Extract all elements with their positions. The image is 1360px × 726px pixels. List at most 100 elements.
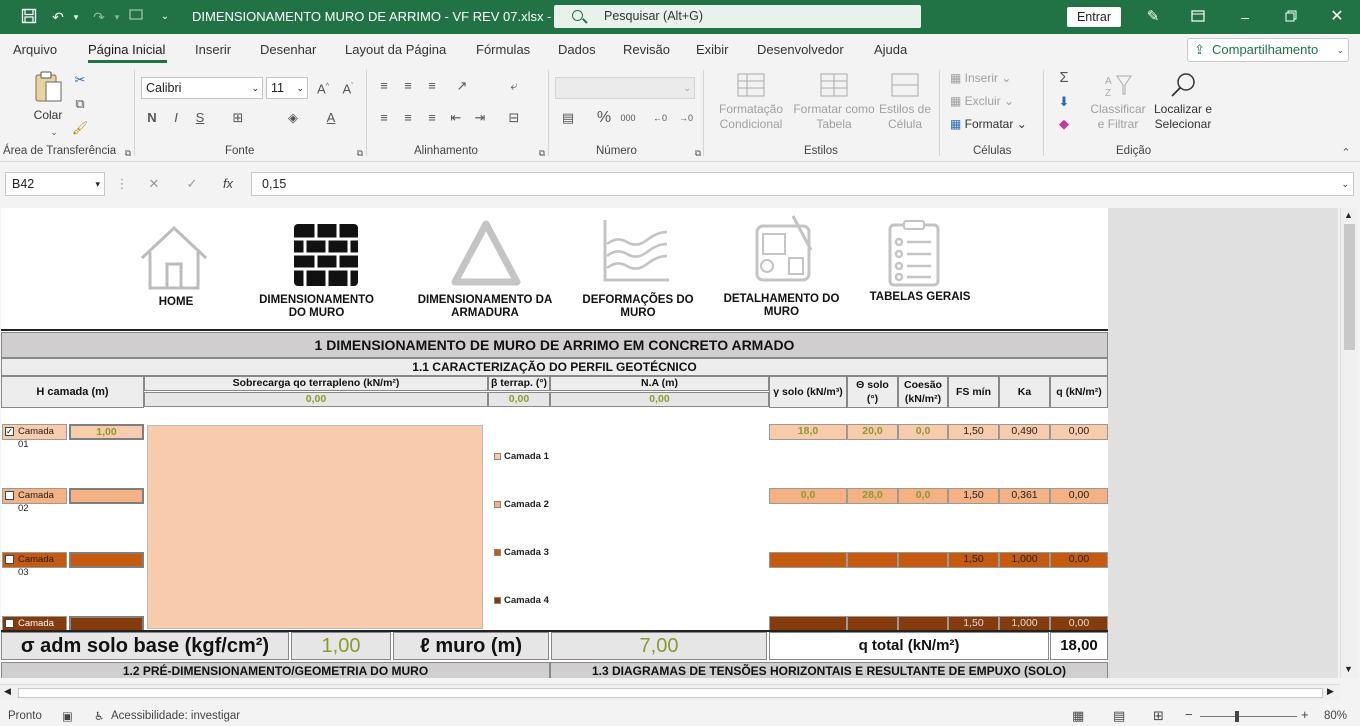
- l-muro-value[interactable]: 7,00: [551, 632, 767, 660]
- sigma-value[interactable]: 1,00: [291, 632, 391, 660]
- zoom-in-icon[interactable]: +: [1301, 707, 1309, 722]
- name-box[interactable]: B42 ▾: [5, 172, 105, 196]
- align-bottom-icon[interactable]: ≡: [422, 76, 442, 96]
- increase-font-icon[interactable]: A^: [313, 77, 333, 97]
- merge-center-icon[interactable]: ⊟: [504, 108, 524, 128]
- tab-arquivo[interactable]: Arquivo: [13, 42, 57, 57]
- copy-icon[interactable]: ⧉: [70, 94, 90, 114]
- vertical-scrollbar[interactable]: ▲ ▼: [1340, 208, 1358, 678]
- decrease-indent-icon[interactable]: ⇤: [446, 108, 466, 128]
- sobrecarga-value[interactable]: 0,00: [144, 392, 488, 407]
- number-launcher-icon[interactable]: ⧉: [688, 143, 708, 163]
- touch-icon[interactable]: [127, 8, 145, 26]
- layer-theta-cell[interactable]: [847, 552, 898, 568]
- conditional-format-button[interactable]: Formatação Condicional: [710, 72, 792, 132]
- nav-dimensionamento-armadura-label[interactable]: DIMENSIONAMENTO DA ARMADURA: [417, 294, 553, 320]
- italic-button[interactable]: I: [166, 108, 186, 128]
- layer-h-input[interactable]: 1,00: [69, 424, 144, 440]
- nav-home-label[interactable]: HOME: [141, 296, 211, 309]
- zoom-slider-thumb[interactable]: [1235, 711, 1239, 722]
- underline-button[interactable]: S: [190, 108, 210, 128]
- cut-icon[interactable]: ✂: [70, 70, 90, 90]
- zoom-slider[interactable]: [1200, 716, 1297, 717]
- signin-button[interactable]: Entrar: [1067, 7, 1121, 27]
- font-size-select[interactable]: 11 ⌄: [266, 77, 308, 99]
- insert-cells-button[interactable]: ▦ Inserir ⌄: [950, 71, 1011, 86]
- cancel-icon[interactable]: ✕: [144, 174, 164, 194]
- layer-coesao-cell[interactable]: 0,0: [898, 424, 948, 440]
- tab-revisao[interactable]: Revisão: [623, 42, 670, 57]
- orientation-icon[interactable]: ↗: [452, 76, 472, 96]
- number-format-select[interactable]: ⌄: [555, 77, 695, 99]
- layer-gamma-cell[interactable]: 0,0: [769, 488, 847, 504]
- find-select-button[interactable]: Localizar e Selecionar: [1148, 72, 1218, 132]
- blueprint-icon[interactable]: [749, 214, 819, 284]
- nav-deformacoes-label[interactable]: DEFORMAÇÕES DO MURO: [573, 294, 703, 320]
- enter-icon[interactable]: ✓: [182, 174, 202, 194]
- share-button[interactable]: ⇪ Compartilhamento ⌄: [1187, 38, 1349, 62]
- formula-input[interactable]: 0,15 ⌄: [251, 172, 1354, 196]
- collapse-ribbon-icon[interactable]: ⌃: [1336, 143, 1356, 163]
- layer-checkbox[interactable]: [5, 491, 14, 500]
- wrap-text-icon[interactable]: ⤶: [504, 76, 524, 96]
- zoom-out-icon[interactable]: −: [1185, 707, 1193, 722]
- paste-button[interactable]: Colar: [30, 70, 66, 130]
- decrease-font-icon[interactable]: Aˇ: [338, 77, 358, 97]
- layer-theta-cell[interactable]: 20,0: [847, 424, 898, 440]
- layer-h-input[interactable]: [69, 488, 144, 504]
- clipboard-launcher-icon[interactable]: ⧉: [118, 143, 138, 163]
- layer-theta-cell[interactable]: 28,0: [847, 488, 898, 504]
- checklist-icon[interactable]: [887, 220, 941, 288]
- format-as-table-button[interactable]: Formatar como Tabela: [790, 72, 878, 132]
- horizontal-scrollbar[interactable]: ◀ ▶: [0, 684, 1340, 700]
- layer-checkbox[interactable]: ✓: [5, 427, 14, 436]
- scroll-right-icon[interactable]: ▶: [1327, 686, 1334, 697]
- tab-layout[interactable]: Layout da Página: [345, 42, 446, 57]
- close-icon[interactable]: ✕: [1328, 8, 1346, 26]
- layer-gamma-cell[interactable]: [769, 552, 847, 568]
- tab-ajuda[interactable]: Ajuda: [874, 42, 907, 57]
- beta-value[interactable]: 0,00: [488, 392, 550, 407]
- fill-color-icon[interactable]: ◈: [283, 108, 303, 128]
- expand-formula-icon[interactable]: ⌄: [1341, 173, 1349, 195]
- increase-indent-icon[interactable]: ⇥: [470, 108, 490, 128]
- font-launcher-icon[interactable]: ⧉: [350, 143, 370, 163]
- layer-checkbox[interactable]: [5, 619, 14, 628]
- align-middle-icon[interactable]: ≡: [398, 76, 418, 96]
- horizontal-scroll-thumb[interactable]: [18, 688, 1323, 698]
- scroll-up-icon[interactable]: ▲: [1344, 210, 1353, 220]
- redo-icon[interactable]: ↷: [90, 8, 108, 26]
- clear-icon[interactable]: ◆: [1054, 114, 1074, 134]
- status-accessibility[interactable]: Acessibilidade: investigar: [111, 710, 240, 722]
- sort-filter-button[interactable]: AZ Classificar e Filtrar: [1088, 72, 1148, 132]
- na-value[interactable]: 0,00: [550, 392, 769, 407]
- ribbon-display-icon[interactable]: [1189, 8, 1207, 26]
- autosum-icon[interactable]: Σ: [1054, 68, 1074, 88]
- tab-desenvolvedor[interactable]: Desenvolvedor: [757, 42, 844, 57]
- save-icon[interactable]: [20, 8, 38, 26]
- page-break-icon[interactable]: ⊞: [1153, 708, 1164, 724]
- redo-dropdown-icon[interactable]: ▾: [108, 8, 126, 26]
- align-center-icon[interactable]: ≡: [398, 108, 418, 128]
- tab-pagina-inicial[interactable]: Página Inicial: [88, 42, 165, 57]
- cell-styles-button[interactable]: Estilos de Célula: [876, 72, 934, 132]
- percent-button[interactable]: %: [594, 108, 614, 128]
- insert-function-button[interactable]: fx: [218, 174, 238, 194]
- layer-h-input[interactable]: [69, 552, 144, 568]
- paste-dropdown-icon[interactable]: ⌄: [44, 122, 64, 142]
- bold-button[interactable]: N: [142, 108, 162, 128]
- thousands-button[interactable]: 000: [618, 108, 638, 128]
- alignment-launcher-icon[interactable]: ⧉: [532, 143, 552, 163]
- macro-record-icon[interactable]: ▣: [62, 709, 73, 723]
- format-painter-icon[interactable]: 🖌: [70, 118, 90, 138]
- nav-tabelas-label[interactable]: TABELAS GERAIS: [861, 291, 979, 304]
- undo-dropdown-icon[interactable]: ▾: [67, 8, 85, 26]
- fill-icon[interactable]: ⬇: [1054, 92, 1074, 112]
- scroll-down-icon[interactable]: ▼: [1344, 664, 1353, 674]
- align-left-icon[interactable]: ≡: [374, 108, 394, 128]
- tab-desenhar[interactable]: Desenhar: [260, 42, 316, 57]
- minimize-icon[interactable]: –: [1236, 8, 1254, 26]
- normal-view-icon[interactable]: ▦: [1072, 708, 1084, 724]
- chart-icon[interactable]: [601, 218, 671, 284]
- layer-coesao-cell[interactable]: [898, 552, 948, 568]
